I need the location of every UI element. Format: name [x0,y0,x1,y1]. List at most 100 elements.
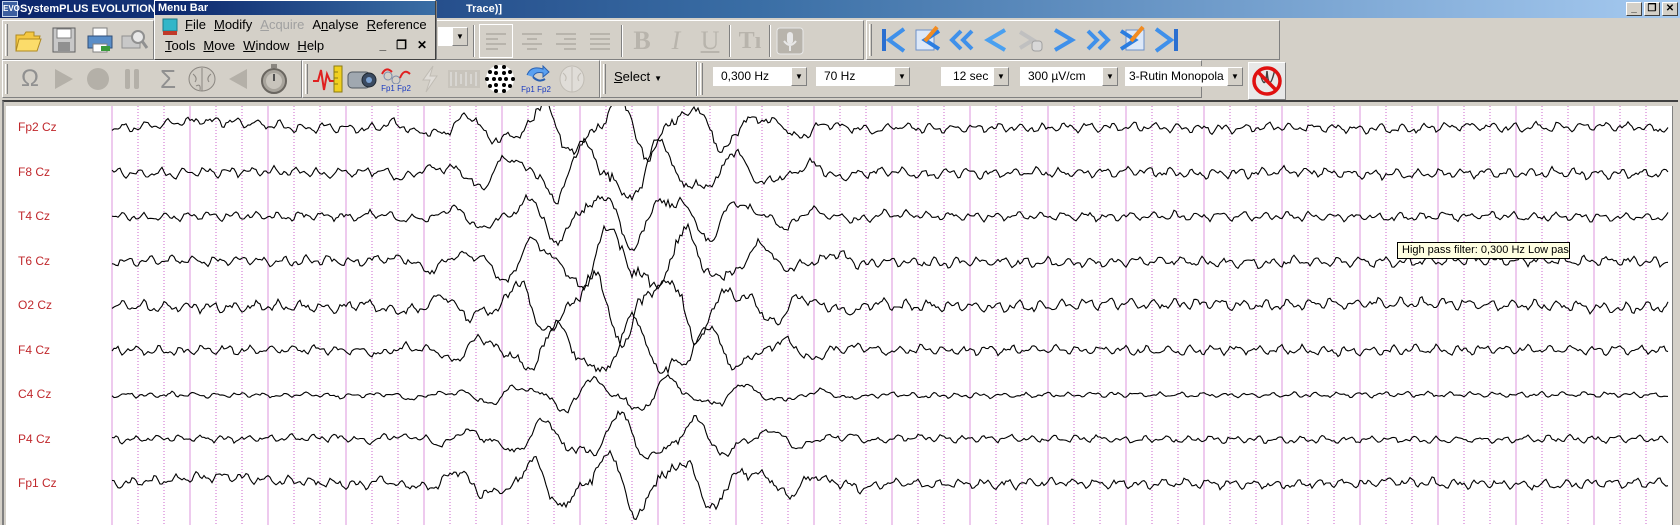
mdi-minimize-button[interactable]: _ [379,38,386,52]
chevron-down-icon[interactable]: ▼ [1102,67,1118,86]
select-button[interactable]: Select ▼ [606,64,670,90]
lightning-button[interactable] [413,62,447,96]
montage-link-icon [381,67,411,84]
mdi-restore-button[interactable]: ❐ [396,38,407,52]
edit-next-button[interactable] [1115,23,1149,57]
save-button[interactable] [47,23,81,57]
play-stop-icon [1018,30,1043,52]
sensitivity-value: 300 µV/cm [1028,69,1086,83]
impedance-button[interactable]: Ω [13,62,47,96]
sensitivity-select[interactable]: 300 µV/cm ▼ [1019,66,1119,87]
notch-filter-toggle[interactable] [1248,62,1286,100]
menu-bar-title[interactable]: Menu Bar [155,1,435,15]
font-size-button[interactable]: Tı [733,24,767,58]
page-forward-button[interactable] [1081,23,1115,57]
swap-reference-caption: Fp1 Fp2 [521,84,551,94]
edit-previous-icon [915,25,941,51]
open-button[interactable] [11,23,45,57]
menu-bar-window: Menu Bar File Modify Acquire Analyse Ref… [154,0,436,60]
toolbar-grip[interactable] [305,64,308,94]
channel-label[interactable]: F8 Cz [18,165,50,179]
toolbar-grip[interactable] [5,64,8,94]
mdi-close-button[interactable]: ✕ [417,38,427,52]
align-left-icon [486,33,506,50]
brain-icon [188,66,216,92]
sum-button[interactable]: Σ [151,62,185,96]
swap-reference-button[interactable]: Fp1 Fp2 [519,62,553,96]
brain-map-button[interactable] [555,62,589,96]
brain-button[interactable] [185,62,219,96]
timebase-select[interactable]: 12 sec ▼ [940,66,1010,87]
swap-reference-icon [526,64,550,82]
step-back-button[interactable] [979,23,1013,57]
align-center-button[interactable] [515,24,549,58]
channel-label[interactable]: Fp1 Cz [18,476,57,490]
spectrum-button[interactable] [447,62,481,96]
go-last-button[interactable] [1149,23,1183,57]
notch-filter-off-icon [1252,66,1282,96]
pause-button[interactable] [115,62,149,96]
chevron-down-icon[interactable]: ▼ [1227,67,1243,86]
electrode-map-button[interactable] [483,62,517,96]
channel-label[interactable]: Fp2 Cz [18,120,57,134]
align-combo[interactable]: ▼ [437,26,469,47]
high-pass-filter-select[interactable]: 0,300 Hz ▼ [712,66,808,87]
save-icon [52,27,76,53]
montage-select[interactable]: 3-Rutin Monopola ▼ [1124,66,1244,87]
italic-button[interactable]: I [659,24,693,58]
justify-button[interactable] [583,24,617,58]
print-button[interactable] [83,23,117,57]
calibration-button[interactable] [311,62,345,96]
menu-tools[interactable]: Tools [165,38,195,53]
bold-button[interactable]: B [625,24,659,58]
toolbar-grip[interactable] [700,63,703,95]
back-button[interactable] [221,62,255,96]
minimize-button[interactable]: _ [1626,2,1642,16]
video-button[interactable] [345,62,379,96]
channel-label[interactable]: P4 Cz [18,432,51,446]
toolbar-grip[interactable] [869,24,872,56]
underline-button[interactable]: U [693,24,727,58]
low-pass-filter-select[interactable]: 70 Hz ▼ [815,66,911,87]
print-preview-button[interactable] [117,23,151,57]
window-controls: _ ❐ ✕ [1626,2,1678,16]
close-button[interactable]: ✕ [1662,2,1678,16]
chevron-down-icon[interactable]: ▼ [791,67,807,86]
step-forward-button[interactable] [1047,23,1081,57]
menu-move[interactable]: Move [203,38,235,53]
dictation-button[interactable] [773,24,807,58]
montage-link-button[interactable]: Fp1 Fp2 [379,62,413,96]
app-logo-icon: EVO [2,1,20,17]
menu-acquire[interactable]: Acquire [260,17,304,36]
menu-window[interactable]: Window [243,38,289,53]
stopwatch-button[interactable] [257,62,291,96]
eeg-trace-area[interactable]: Fp2 Cz F8 Cz T4 Cz T6 Cz O2 Cz F4 Cz C4 Cz P4 C… [6,106,1672,525]
chevron-down-icon[interactable]: ▼ [993,67,1009,86]
play-button[interactable] [47,62,81,96]
page-back-button[interactable] [945,23,979,57]
app-menu-icon[interactable] [161,18,179,36]
channel-label[interactable]: T4 Cz [18,209,50,223]
menu-help[interactable]: Help [297,38,324,53]
chevron-down-icon[interactable]: ▼ [894,67,910,86]
channel-label[interactable]: O2 Cz [18,298,52,312]
chevron-down-icon[interactable]: ▼ [452,27,468,46]
menu-reference[interactable]: Reference [367,17,427,36]
play-stop-button[interactable] [1013,23,1047,57]
channel-label[interactable]: C4 Cz [18,387,51,401]
stopwatch-icon [261,64,287,94]
edit-next-icon [1119,25,1145,51]
menu-modify[interactable]: Modify [214,17,252,36]
edit-previous-button[interactable] [911,23,945,57]
channel-label[interactable]: T6 Cz [18,254,50,268]
record-button[interactable] [81,62,115,96]
restore-button[interactable]: ❐ [1644,2,1660,16]
go-first-button[interactable] [877,23,911,57]
toolbar-grip[interactable] [5,24,8,56]
align-left-button[interactable] [479,24,513,58]
channel-label[interactable]: F4 Cz [18,343,50,357]
menu-file[interactable]: File [185,17,206,36]
menu-analyse[interactable]: Analyse [312,17,358,36]
align-right-icon [556,33,576,50]
align-right-button[interactable] [549,24,583,58]
